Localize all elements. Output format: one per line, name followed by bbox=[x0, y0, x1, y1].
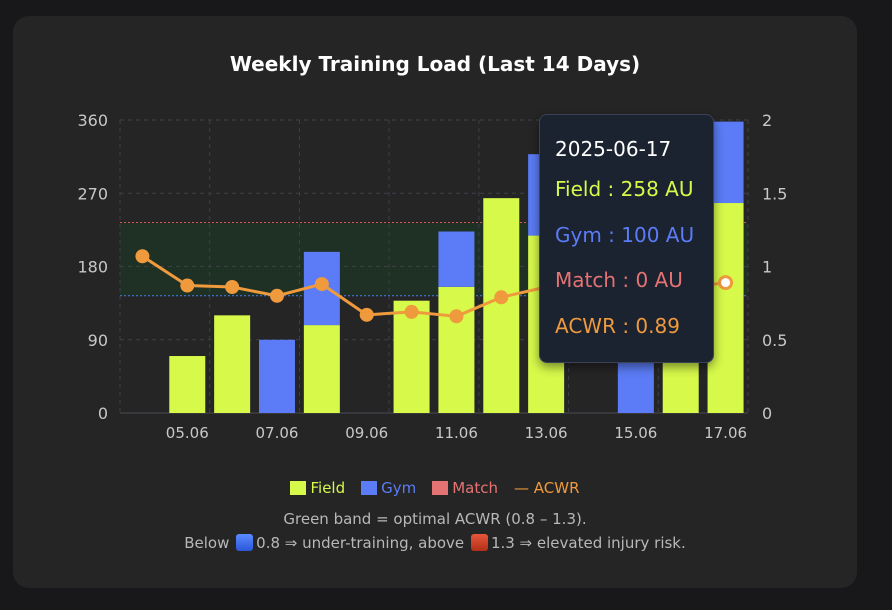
legend-match-label: Match bbox=[452, 479, 499, 497]
note-risk-text: 1.3 ⇒ elevated injury risk. bbox=[490, 534, 686, 552]
tooltip-gym: Gym : 100 AU bbox=[555, 223, 695, 247]
note-below-text: Below bbox=[184, 534, 230, 552]
x-tick-label: 07.06 bbox=[256, 424, 299, 442]
y-left-tick-label: 360 bbox=[77, 111, 108, 130]
y-right-tick-label: 2 bbox=[762, 111, 772, 130]
acwr-point bbox=[718, 275, 734, 291]
acwr-point bbox=[449, 309, 464, 324]
legend-gym[interactable]: Gym bbox=[361, 479, 416, 497]
tooltip-field: Field : 258 AU bbox=[555, 177, 694, 201]
y-left-tick-label: 0 bbox=[98, 404, 108, 423]
legend-match[interactable]: Match bbox=[432, 479, 498, 497]
acwr-point bbox=[404, 304, 419, 319]
acwr-point bbox=[359, 307, 374, 322]
note-line-2: Below 0.8 ⇒ under-training, above 1.3 ⇒ … bbox=[0, 534, 870, 552]
legend-field-label: Field bbox=[310, 479, 346, 497]
bar-field bbox=[483, 198, 520, 413]
chart-tooltip: 2025-06-17 Field : 258 AU Gym : 100 AU M… bbox=[539, 114, 714, 363]
acwr-point bbox=[314, 277, 329, 292]
x-tick-label: 05.06 bbox=[166, 424, 209, 442]
y-right-tick-label: 1.5 bbox=[762, 184, 787, 203]
y-left-tick-label: 180 bbox=[77, 258, 108, 277]
bar-gym bbox=[259, 339, 295, 413]
y-left-tick-label: 270 bbox=[77, 184, 108, 203]
chart-legend: Field Gym Match — ACWR bbox=[0, 479, 870, 497]
acwr-point bbox=[225, 280, 240, 295]
legend-gym-label: Gym bbox=[381, 479, 417, 497]
bar-field bbox=[303, 325, 340, 413]
legend-match-swatch bbox=[432, 481, 449, 495]
x-tick-label: 11.06 bbox=[435, 424, 478, 442]
y-right-tick-label: 1 bbox=[762, 258, 772, 277]
red-square-icon bbox=[470, 534, 488, 551]
bar-field bbox=[438, 286, 475, 413]
y-left-tick-label: 90 bbox=[88, 331, 108, 350]
acwr-point bbox=[135, 249, 150, 264]
legend-field[interactable]: Field bbox=[290, 479, 345, 497]
legend-field-swatch bbox=[290, 481, 307, 495]
y-right-tick-label: 0.5 bbox=[762, 331, 787, 350]
acwr-point bbox=[180, 278, 195, 293]
bar-gym bbox=[438, 231, 475, 287]
tooltip-date: 2025-06-17 bbox=[555, 137, 672, 161]
x-tick-label: 13.06 bbox=[525, 424, 568, 442]
legend-acwr[interactable]: — ACWR bbox=[514, 479, 580, 497]
acwr-point bbox=[494, 290, 509, 305]
x-tick-label: 09.06 bbox=[345, 424, 388, 442]
y-right-tick-label: 0 bbox=[762, 404, 772, 423]
blue-square-icon bbox=[236, 534, 254, 551]
x-tick-label: 17.06 bbox=[704, 424, 747, 442]
x-tick-label: 15.06 bbox=[614, 424, 657, 442]
tooltip-match: Match : 0 AU bbox=[555, 268, 683, 292]
acwr-point bbox=[270, 288, 284, 303]
bar-field bbox=[214, 315, 251, 413]
bar-field bbox=[169, 356, 206, 413]
note-line-1: Green band = optimal ACWR (0.8 – 1.3). bbox=[283, 510, 587, 528]
note-under-text: 0.8 ⇒ under-training, above bbox=[256, 534, 465, 552]
legend-gym-swatch bbox=[361, 481, 378, 495]
legend-acwr-label: — ACWR bbox=[514, 479, 580, 497]
tooltip-acwr: ACWR : 0.89 bbox=[555, 314, 680, 338]
